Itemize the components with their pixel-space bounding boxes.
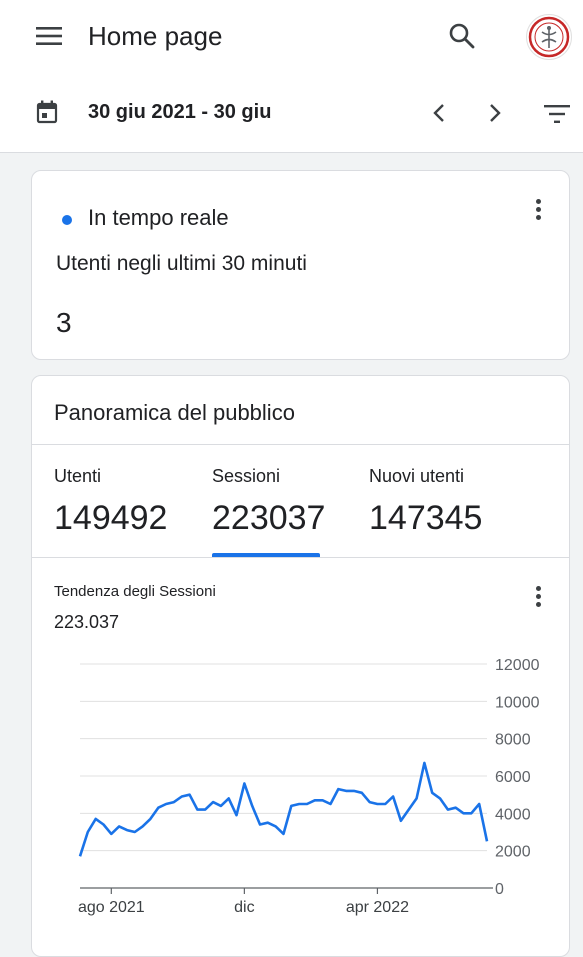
y-tick-label: 0 xyxy=(495,881,504,898)
audience-card: Panoramica del pubblico Utenti 149492 Se… xyxy=(31,375,570,957)
avatar[interactable] xyxy=(526,14,572,60)
more-vert-icon[interactable] xyxy=(534,199,542,223)
divider xyxy=(32,444,569,445)
app-bar: Home page 30 giu 2021 - 30 giu xyxy=(0,0,583,153)
divider xyxy=(32,557,569,558)
y-tick-label: 10000 xyxy=(495,694,540,711)
metric-label: Utenti xyxy=(54,464,167,488)
metric-label: Nuovi utenti xyxy=(369,464,482,488)
y-tick-label: 8000 xyxy=(495,732,531,749)
realtime-title: In tempo reale xyxy=(88,203,229,233)
metric-value: 223037 xyxy=(212,496,325,540)
series-line-sessions xyxy=(80,763,487,856)
chevron-left-icon[interactable] xyxy=(428,101,450,125)
filter-icon[interactable] xyxy=(544,104,570,124)
y-tick-label: 6000 xyxy=(495,769,531,786)
realtime-subtitle: Utenti negli ultimi 30 minuti xyxy=(56,249,307,279)
calendar-icon[interactable] xyxy=(36,100,58,124)
metric-sessions-tab[interactable]: Sessioni 223037 xyxy=(212,464,325,540)
metric-new-users-tab[interactable]: Nuovi utenti 147345 xyxy=(369,464,482,540)
page-title: Home page xyxy=(88,18,222,54)
date-range[interactable]: 30 giu 2021 - 30 giu xyxy=(88,98,271,126)
y-tick-label: 2000 xyxy=(495,844,531,861)
x-tick-label: ago 2021 xyxy=(78,899,145,916)
menu-icon[interactable] xyxy=(36,26,62,46)
trend-value: 223.037 xyxy=(54,610,119,634)
metric-value: 149492 xyxy=(54,496,167,540)
metric-value: 147345 xyxy=(369,496,482,540)
audience-title: Panoramica del pubblico xyxy=(54,398,295,428)
realtime-value: 3 xyxy=(56,305,72,341)
metric-label: Sessioni xyxy=(212,464,325,488)
realtime-card[interactable]: In tempo reale Utenti negli ultimi 30 mi… xyxy=(31,170,570,360)
more-vert-icon[interactable] xyxy=(534,586,542,610)
chevron-right-icon[interactable] xyxy=(484,101,506,125)
x-tick-label: dic xyxy=(234,899,254,916)
avatar-logo-icon xyxy=(527,15,571,59)
x-tick-label: apr 2022 xyxy=(346,899,409,916)
sessions-trend-chart: 0 2000 4000 6000 8000 10000 12000 ago 2021 dic ap… xyxy=(32,636,569,936)
trend-label: Tendenza degli Sessioni xyxy=(54,582,216,602)
search-icon[interactable] xyxy=(448,22,476,50)
y-tick-label: 4000 xyxy=(495,806,531,823)
y-tick-label: 12000 xyxy=(495,657,540,674)
metric-users-tab[interactable]: Utenti 149492 xyxy=(54,464,167,540)
live-indicator-dot xyxy=(62,215,72,225)
